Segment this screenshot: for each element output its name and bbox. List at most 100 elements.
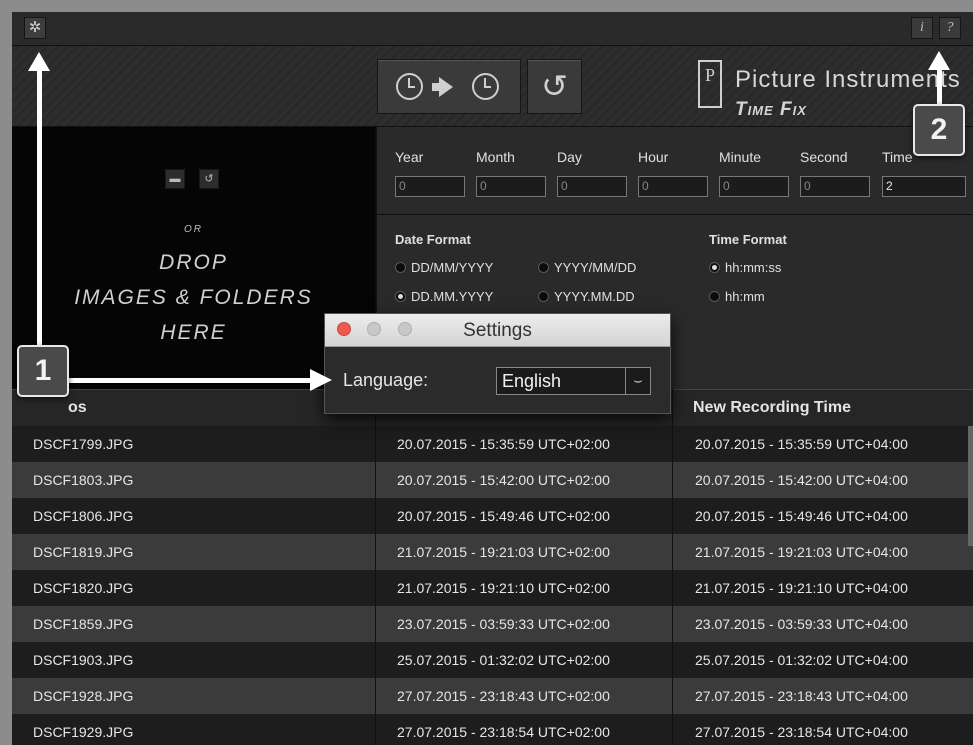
original-time-cell: 21.07.2015 - 19:21:10 UTC+02:00 (397, 580, 610, 596)
original-time-cell: 21.07.2015 - 19:21:03 UTC+02:00 (397, 544, 610, 560)
table-row[interactable]: DSCF1799.JPG 20.07.2015 - 15:35:59 UTC+0… (12, 426, 973, 462)
brand-name: Picture Instruments (735, 66, 961, 93)
language-select-value: English (502, 371, 562, 391)
radio-dot (395, 262, 406, 273)
file-name-cell: DSCF1903.JPG (33, 652, 134, 668)
time-zone-field[interactable]: 2 (882, 176, 966, 197)
time-zone-label: Time (882, 149, 913, 165)
radio-dot (709, 291, 720, 302)
annotation-arrow-right-icon (310, 369, 332, 391)
annotation-badge-2: 2 (913, 104, 965, 156)
file-name-cell: DSCF1803.JPG (33, 472, 134, 488)
table-row[interactable]: DSCF1820.JPG 21.07.2015 - 19:21:10 UTC+0… (12, 570, 973, 606)
rotate-ccw-icon[interactable]: ↺ (199, 169, 219, 189)
column-header-photos[interactable]: os (68, 399, 87, 417)
time-format-option[interactable]: hh:mm (709, 289, 765, 304)
minute-label: Minute (719, 149, 762, 165)
chevron-down-icon[interactable]: ⌣ (625, 368, 650, 394)
hour-field[interactable]: 0 (638, 176, 708, 197)
new-time-cell: 25.07.2015 - 01:32:02 UTC+04:00 (695, 652, 908, 668)
table-row[interactable]: DSCF1859.JPG 23.07.2015 - 03:59:33 UTC+0… (12, 606, 973, 642)
top-toolbar: ✲ i ? (12, 12, 973, 46)
offset-panel: Year Month Day Hour Minute Second Time 0… (376, 127, 973, 215)
radio-dot (538, 291, 549, 302)
original-time-cell: 20.07.2015 - 15:35:59 UTC+02:00 (397, 436, 610, 452)
language-select[interactable]: English ⌣ (496, 367, 651, 395)
info-button[interactable]: i (911, 17, 933, 39)
clock-icon (472, 73, 499, 100)
file-name-cell: DSCF1928.JPG (33, 688, 134, 704)
settings-dialog: Settings Language: English ⌣ (324, 313, 671, 414)
scrollbar[interactable] (968, 426, 973, 546)
help-button[interactable]: ? (939, 17, 961, 39)
column-divider (375, 389, 376, 745)
original-time-cell: 27.07.2015 - 23:18:54 UTC+02:00 (397, 724, 610, 740)
new-time-cell: 21.07.2015 - 19:21:03 UTC+04:00 (695, 544, 908, 560)
original-time-cell: 25.07.2015 - 01:32:02 UTC+02:00 (397, 652, 610, 668)
date-format-option[interactable]: YYYY.MM.DD (538, 289, 635, 304)
radio-dot-selected (395, 291, 406, 302)
folder-icon[interactable]: ▬ (165, 169, 185, 189)
table-row[interactable]: DSCF1903.JPG 25.07.2015 - 01:32:02 UTC+0… (12, 642, 973, 678)
original-time-cell: 27.07.2015 - 23:18:43 UTC+02:00 (397, 688, 610, 704)
annotation-badge-1: 1 (17, 345, 69, 397)
column-divider (672, 389, 673, 745)
file-name-cell: DSCF1859.JPG (33, 616, 134, 632)
year-field[interactable]: 0 (395, 176, 465, 197)
month-label: Month (476, 149, 515, 165)
table-row[interactable]: DSCF1819.JPG 21.07.2015 - 19:21:03 UTC+0… (12, 534, 973, 570)
annotation-arrow-up-icon (928, 51, 950, 70)
table-row[interactable]: DSCF1806.JPG 20.07.2015 - 15:49:46 UTC+0… (12, 498, 973, 534)
settings-gear-icon[interactable]: ✲ (24, 17, 46, 39)
original-time-cell: 23.07.2015 - 03:59:33 UTC+02:00 (397, 616, 610, 632)
radio-dot-selected (709, 262, 720, 273)
date-format-option[interactable]: DD/MM/YYYY (395, 260, 493, 275)
dialog-title-bar[interactable]: Settings (325, 314, 670, 347)
clock-icon (396, 73, 423, 100)
reset-button[interactable]: ↺ (527, 59, 582, 114)
date-format-option[interactable]: YYYY/MM/DD (538, 260, 636, 275)
file-name-cell: DSCF1819.JPG (33, 544, 134, 560)
new-time-cell: 20.07.2015 - 15:49:46 UTC+04:00 (695, 508, 908, 524)
time-format-title: Time Format (709, 232, 787, 247)
time-format-option[interactable]: hh:mm:ss (709, 260, 781, 275)
table-row[interactable]: DSCF1929.JPG 27.07.2015 - 23:18:54 UTC+0… (12, 714, 973, 745)
file-name-cell: DSCF1820.JPG (33, 580, 134, 596)
brand-logo: P (698, 60, 722, 108)
minute-field[interactable]: 0 (719, 176, 789, 197)
table-row[interactable]: DSCF1803.JPG 20.07.2015 - 15:42:00 UTC+0… (12, 462, 973, 498)
day-field[interactable]: 0 (557, 176, 627, 197)
product-name: Time Fix (735, 99, 807, 120)
annotation-arrow-up-icon (28, 52, 50, 71)
day-label: Day (557, 149, 582, 165)
new-time-cell: 20.07.2015 - 15:35:59 UTC+04:00 (695, 436, 908, 452)
apply-time-shift-button[interactable] (377, 59, 521, 114)
radio-dot (538, 262, 549, 273)
original-time-cell: 20.07.2015 - 15:42:00 UTC+02:00 (397, 472, 610, 488)
date-format-option[interactable]: DD.MM.YYYY (395, 289, 493, 304)
new-time-cell: 23.07.2015 - 03:59:33 UTC+04:00 (695, 616, 908, 632)
new-time-cell: 21.07.2015 - 19:21:10 UTC+04:00 (695, 580, 908, 596)
rotate-ccw-icon: ↺ (541, 67, 568, 105)
month-field[interactable]: 0 (476, 176, 546, 197)
table-row[interactable]: DSCF1928.JPG 27.07.2015 - 23:18:43 UTC+0… (12, 678, 973, 714)
dialog-title: Settings (463, 320, 532, 341)
header-band: ↺ P Picture Instruments Time Fix (12, 46, 973, 127)
date-format-title: Date Format (395, 232, 471, 247)
file-name-cell: DSCF1799.JPG (33, 436, 134, 452)
annotation-line (37, 70, 42, 370)
new-time-cell: 27.07.2015 - 23:18:43 UTC+04:00 (695, 688, 908, 704)
new-time-cell: 20.07.2015 - 15:42:00 UTC+04:00 (695, 472, 908, 488)
year-label: Year (395, 149, 424, 165)
drop-line-2: IMAGES & FOLDERS (74, 286, 313, 309)
second-label: Second (800, 149, 848, 165)
file-name-cell: DSCF1806.JPG (33, 508, 134, 524)
annotation-line (60, 378, 312, 383)
language-label: Language: (343, 370, 429, 390)
hour-label: Hour (638, 149, 669, 165)
drop-or-text: OR (184, 224, 203, 235)
file-name-cell: DSCF1929.JPG (33, 724, 134, 740)
second-field[interactable]: 0 (800, 176, 870, 197)
drop-line-1: DROP (159, 251, 228, 274)
column-header-new-time[interactable]: New Recording Time (693, 399, 851, 417)
